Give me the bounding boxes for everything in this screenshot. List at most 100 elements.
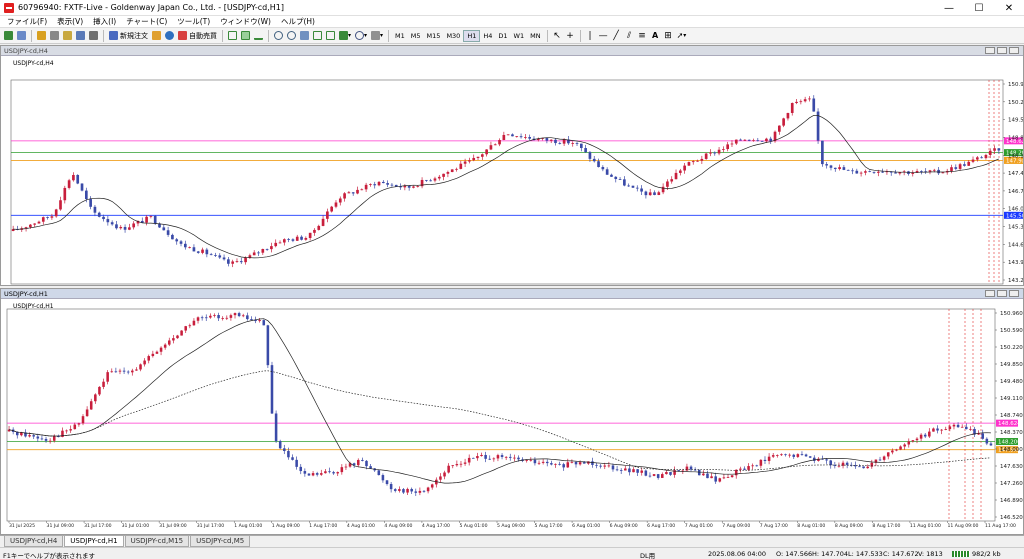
new-chart-button[interactable] <box>3 29 14 42</box>
chart-minimize-button[interactable] <box>985 290 995 297</box>
price-axis-label: 150.960 <box>1000 311 1023 317</box>
candle-chart-button[interactable] <box>240 29 251 42</box>
tab-usdjpy-h4[interactable]: USDJPY-cd,H4 <box>4 536 64 547</box>
zoom-in-button[interactable] <box>273 29 284 42</box>
candle-body <box>147 356 151 361</box>
templates-button[interactable]: ▾ <box>370 29 384 42</box>
menu-insert[interactable]: 挿入(I) <box>88 16 121 27</box>
tile-windows-button[interactable] <box>299 29 310 42</box>
candle-body <box>669 472 672 475</box>
menu-chart[interactable]: チャート(C) <box>121 16 172 27</box>
indicators-icon <box>339 31 348 40</box>
price-chart-h4[interactable]: 148.624148.206147.9xx145.500150.950150.2… <box>1 56 1023 285</box>
candle-body <box>763 459 767 461</box>
period-h1[interactable]: H1 <box>463 29 481 42</box>
maximize-button[interactable]: ☐ <box>964 0 994 16</box>
candle-body <box>416 186 420 188</box>
menu-help[interactable]: ヘルプ(H) <box>276 16 320 27</box>
candle-body <box>657 192 661 196</box>
candle-body <box>656 474 660 478</box>
chart-shift-button[interactable] <box>325 29 336 42</box>
periods-button[interactable]: ▾ <box>354 29 368 42</box>
tab-usdjpy-m5[interactable]: USDJPY-cd,M5 <box>190 536 251 547</box>
period-mn[interactable]: MN <box>527 30 543 42</box>
channel-button[interactable]: ⫽ <box>624 29 635 42</box>
fibonacci-button[interactable]: ≡ <box>637 29 648 42</box>
time-axis-label: 4 Aug 01:00 <box>347 523 375 529</box>
candle-body <box>566 462 570 468</box>
cursor-tool-button[interactable]: ↖ <box>552 29 563 42</box>
candle-body <box>300 236 303 240</box>
trendline-button[interactable]: ╱ <box>611 29 622 42</box>
crosshair-tool-button[interactable]: + <box>565 29 576 42</box>
candle-body <box>502 134 506 141</box>
terminal-button[interactable] <box>75 29 86 42</box>
period-m30[interactable]: M30 <box>443 30 463 42</box>
text-tool-button[interactable]: A <box>650 29 661 42</box>
menu-tools[interactable]: ツール(T) <box>172 16 215 27</box>
candle-body <box>881 171 884 173</box>
chart-close-button[interactable] <box>1009 47 1019 54</box>
line-chart-button[interactable] <box>253 29 264 42</box>
menu-view[interactable]: 表示(V) <box>52 16 88 27</box>
candle-body <box>866 466 869 469</box>
profiles-button[interactable] <box>16 29 27 42</box>
signals-button[interactable] <box>164 29 175 42</box>
vertical-line-button[interactable]: | <box>585 29 596 42</box>
zoom-out-button[interactable] <box>286 29 297 42</box>
candle-body <box>377 181 381 186</box>
tab-usdjpy-m15[interactable]: USDJPY-cd,M15 <box>124 536 190 547</box>
auto-scroll-button[interactable] <box>312 29 323 42</box>
candle-body <box>451 465 455 467</box>
chart-restore-button[interactable] <box>997 290 1007 297</box>
period-m15[interactable]: M15 <box>424 30 444 42</box>
chart-restore-button[interactable] <box>997 47 1007 54</box>
dropdown-arrow-icon: ▾ <box>380 32 384 39</box>
menu-file[interactable]: ファイル(F) <box>2 16 52 27</box>
price-axis-label: 149.850 <box>1000 362 1023 368</box>
price-axis-label: 150.590 <box>1000 328 1023 334</box>
candle-body <box>114 371 118 373</box>
candle-body <box>965 426 968 430</box>
chart-close-button[interactable] <box>1009 290 1019 297</box>
candle-body <box>338 198 342 203</box>
tab-usdjpy-h1[interactable]: USDJPY-cd,H1 <box>64 536 124 547</box>
period-d1[interactable]: D1 <box>495 30 510 42</box>
candle-body <box>803 99 807 102</box>
candle-body <box>571 143 575 144</box>
close-button[interactable]: ✕ <box>994 0 1024 16</box>
chart-minimize-button[interactable] <box>985 47 995 54</box>
candle-body <box>287 451 290 458</box>
period-m1[interactable]: M1 <box>392 30 408 42</box>
data-window-button[interactable] <box>49 29 60 42</box>
candle-body <box>952 424 956 427</box>
metaeditor-button[interactable] <box>151 29 162 42</box>
tester-button[interactable] <box>88 29 99 42</box>
bar-chart-button[interactable] <box>227 29 238 42</box>
candle-body <box>747 139 751 141</box>
period-m5[interactable]: M5 <box>408 30 424 42</box>
candle-body <box>425 179 428 181</box>
label-tool-button[interactable]: ⊞ <box>663 29 674 42</box>
candle-body <box>246 315 249 320</box>
candle-body <box>176 335 179 339</box>
candle-body <box>85 409 89 417</box>
candle-body <box>549 139 553 141</box>
candle-body <box>159 347 163 352</box>
minimize-button[interactable]: — <box>934 0 964 16</box>
market-watch-button[interactable] <box>36 29 47 42</box>
candle-body <box>730 475 734 478</box>
horizontal-line-button[interactable]: — <box>598 29 609 42</box>
indicators-button[interactable]: ▾ <box>338 29 352 42</box>
new-order-button[interactable]: 新規注文 <box>108 29 149 42</box>
chart-window-h1[interactable]: USDJPY-cd,H1 USDJPY-cd,H1 148.624 148.206… <box>0 288 1024 535</box>
price-chart-h1[interactable]: 148.624148.206147.9xx150.960150.590150.2… <box>1 299 1023 534</box>
candle-body <box>351 192 355 194</box>
period-h4[interactable]: H4 <box>480 30 495 42</box>
period-w1[interactable]: W1 <box>511 30 528 42</box>
navigator-button[interactable] <box>62 29 73 42</box>
menu-window[interactable]: ウィンドウ(W) <box>215 16 276 27</box>
auto-trade-button[interactable]: 自動売買 <box>177 29 218 42</box>
chart-window-h4[interactable]: USDJPY-cd,H4 USDJPY-cd,H4 148.624148.206… <box>0 45 1024 286</box>
arrows-button[interactable]: ➚ ▾ <box>676 29 688 42</box>
